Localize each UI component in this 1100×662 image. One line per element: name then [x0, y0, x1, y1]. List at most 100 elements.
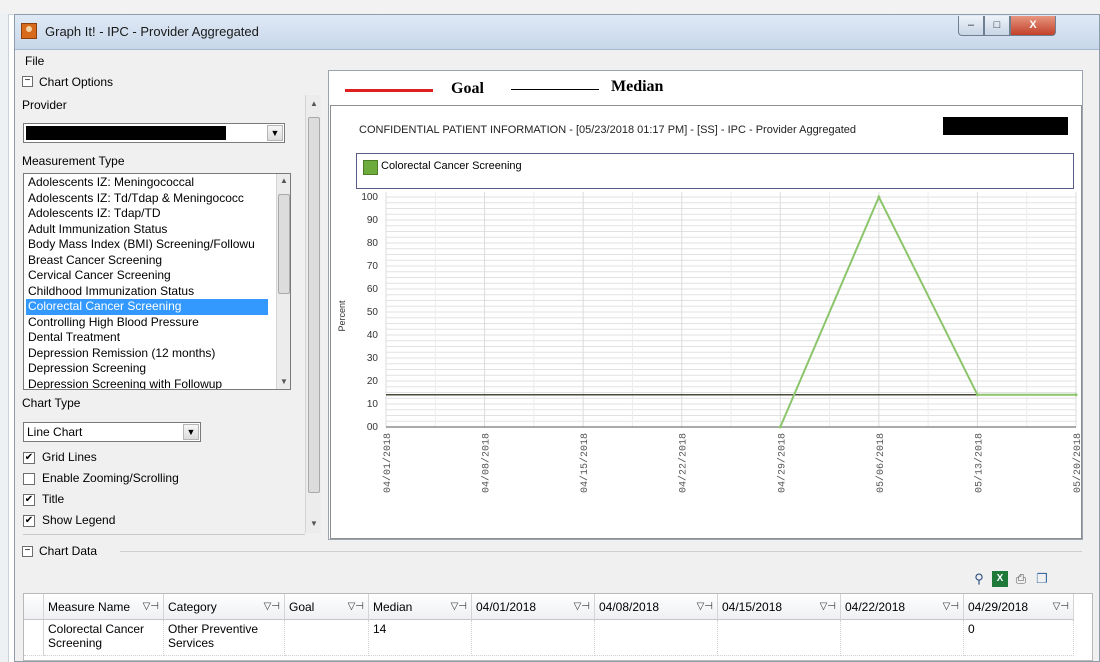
list-item[interactable]: Depression Remission (12 months)	[26, 346, 268, 362]
excel-icon[interactable]: X	[992, 571, 1008, 587]
scroll-up-icon[interactable]: ▲	[307, 99, 321, 108]
chart-type-value: Line Chart	[27, 425, 83, 439]
zoom-scroll-checkbox[interactable]	[23, 473, 35, 485]
window-title: Graph It! - IPC - Provider Aggregated	[45, 24, 259, 39]
table-cell[interactable]	[472, 620, 595, 656]
filter-icon[interactable]: ▽⊣	[574, 594, 590, 619]
scroll-down-icon[interactable]: ▼	[277, 377, 290, 386]
options-divider	[23, 534, 305, 535]
maximize-button[interactable]: □	[984, 16, 1010, 36]
filter-icon[interactable]: ▽⊣	[943, 594, 959, 619]
column-header-label: 04/29/2018	[968, 600, 1029, 614]
column-header-label: 04/15/2018	[722, 600, 783, 614]
table-cell[interactable]: 0	[964, 620, 1074, 656]
series-point	[877, 195, 881, 199]
table-cell[interactable]: 14	[369, 620, 472, 656]
graph-window: Graph It! - IPC - Provider Aggregated – …	[14, 14, 1100, 662]
series-point	[975, 393, 979, 397]
table-cell[interactable]	[595, 620, 718, 656]
chart-data-collapse-icon[interactable]: −	[22, 546, 33, 557]
title-checkbox[interactable]: ✔	[23, 494, 35, 506]
chart-options-label: Chart Options	[39, 75, 114, 89]
grid-lines-label[interactable]: Grid Lines	[42, 450, 97, 464]
filter-icon[interactable]: ▽⊣	[697, 594, 713, 619]
list-item[interactable]: Controlling High Blood Pressure	[26, 315, 268, 331]
grid-lines-checkbox[interactable]: ✔	[23, 452, 35, 464]
column-header[interactable]: Goal ▽⊣	[285, 594, 369, 620]
print-icon[interactable]: ⎙	[1013, 571, 1029, 587]
filter-icon[interactable]: ▽⊣	[264, 594, 280, 619]
copy-icon[interactable]: ❐	[1034, 571, 1050, 587]
zoom-scroll-label[interactable]: Enable Zooming/Scrolling	[42, 471, 179, 485]
chevron-down-icon[interactable]: ▼	[183, 424, 199, 440]
title-bar[interactable]: Graph It! - IPC - Provider Aggregated – …	[15, 15, 1099, 50]
binoculars-icon[interactable]: ⚲	[971, 571, 987, 587]
table-cell[interactable]	[718, 620, 841, 656]
list-item[interactable]: Adolescents IZ: Meningococcal	[26, 175, 268, 191]
menu-file[interactable]: File	[25, 54, 44, 68]
chart-options-collapse-icon[interactable]: −	[22, 76, 33, 87]
column-header[interactable]: 04/22/2018 ▽⊣	[841, 594, 964, 620]
filter-icon[interactable]: ▽⊣	[1053, 594, 1069, 619]
table-cell[interactable]	[841, 620, 964, 656]
column-header[interactable]: 04/01/2018 ▽⊣	[472, 594, 595, 620]
list-item[interactable]: Adult Immunization Status	[26, 222, 268, 238]
column-header[interactable]: Measure Name ▽⊣	[44, 594, 164, 620]
list-scrollbar[interactable]: ▲ ▼	[276, 174, 290, 389]
table-cell[interactable]: Other Preventive Services	[164, 620, 285, 656]
chevron-down-icon[interactable]: ▼	[267, 125, 283, 141]
table-cell[interactable]	[285, 620, 369, 656]
list-item[interactable]: Body Mass Index (BMI) Screening/Followu	[26, 237, 268, 253]
show-legend-checkbox[interactable]: ✔	[23, 515, 35, 527]
measurement-type-label: Measurement Type	[22, 154, 125, 168]
x-tick-label: 05/13/2018	[973, 433, 985, 493]
background-edge	[0, 14, 9, 662]
list-item[interactable]: Dental Treatment	[26, 330, 268, 346]
chart-box[interactable]: CONFIDENTIAL PATIENT INFORMATION - [05/2…	[330, 105, 1082, 539]
column-header[interactable]: Category ▽⊣	[164, 594, 285, 620]
column-header[interactable]: 04/15/2018 ▽⊣	[718, 594, 841, 620]
chart-data-grid[interactable]: Measure Name ▽⊣ Category ▽⊣ Goal ▽⊣ Median ▽⊣ 04…	[23, 593, 1093, 661]
list-item[interactable]: Childhood Immunization Status	[26, 284, 268, 300]
filter-icon[interactable]: ▽⊣	[820, 594, 836, 619]
column-header[interactable]: 04/08/2018 ▽⊣	[595, 594, 718, 620]
scroll-thumb[interactable]	[278, 194, 290, 294]
close-button[interactable]: X	[1010, 16, 1056, 36]
x-tick-label: 04/08/2018	[481, 433, 493, 493]
list-item[interactable]: Depression Screening	[26, 361, 268, 377]
y-axis-label: Percent	[337, 300, 347, 332]
table-cell[interactable]: Colorectal Cancer Screening	[44, 620, 164, 656]
list-item[interactable]: Adolescents IZ: Tdap/TD	[26, 206, 268, 222]
list-item[interactable]: Breast Cancer Screening	[26, 253, 268, 269]
list-item[interactable]: Depression Screening with Followup	[26, 377, 268, 390]
median-line-swatch	[511, 89, 599, 90]
show-legend-label[interactable]: Show Legend	[42, 513, 115, 527]
filter-icon[interactable]: ▽⊣	[451, 594, 467, 619]
filter-icon[interactable]: ▽⊣	[348, 594, 364, 619]
scroll-up-icon[interactable]: ▲	[277, 176, 290, 185]
y-tick-label: 30	[367, 353, 379, 364]
y-tick-label: 70	[367, 261, 379, 272]
x-tick-label: 04/01/2018	[382, 433, 394, 493]
row-header-corner	[24, 594, 44, 620]
scroll-thumb[interactable]	[308, 117, 320, 493]
scroll-down-icon[interactable]: ▼	[307, 519, 321, 528]
options-scrollbar[interactable]: ▲ ▼	[305, 95, 321, 533]
column-header[interactable]: 04/29/2018 ▽⊣	[964, 594, 1074, 620]
measurement-type-list[interactable]: Adolescents IZ: Meningococcal Adolescents…	[23, 173, 291, 390]
minimize-button[interactable]: –	[958, 16, 984, 36]
column-header-label: Median	[373, 600, 413, 614]
list-item[interactable]: Adolescents IZ: Td/Tdap & Meningococc	[26, 191, 268, 207]
provider-select[interactable]: ▼	[23, 123, 285, 143]
filter-icon[interactable]: ▽⊣	[143, 594, 159, 619]
series-point	[778, 425, 782, 429]
list-item[interactable]: Cervical Cancer Screening	[26, 268, 268, 284]
y-tick-label: 80	[367, 238, 379, 249]
chart-type-select[interactable]: Line Chart ▼	[23, 422, 201, 442]
column-header[interactable]: Median ▽⊣	[369, 594, 472, 620]
list-item[interactable]: Colorectal Cancer Screening	[26, 299, 268, 315]
row-selector[interactable]	[24, 620, 44, 656]
title-label[interactable]: Title	[42, 492, 64, 506]
column-header-label: 04/22/2018	[845, 600, 906, 614]
x-tick-label: 04/29/2018	[776, 433, 788, 493]
